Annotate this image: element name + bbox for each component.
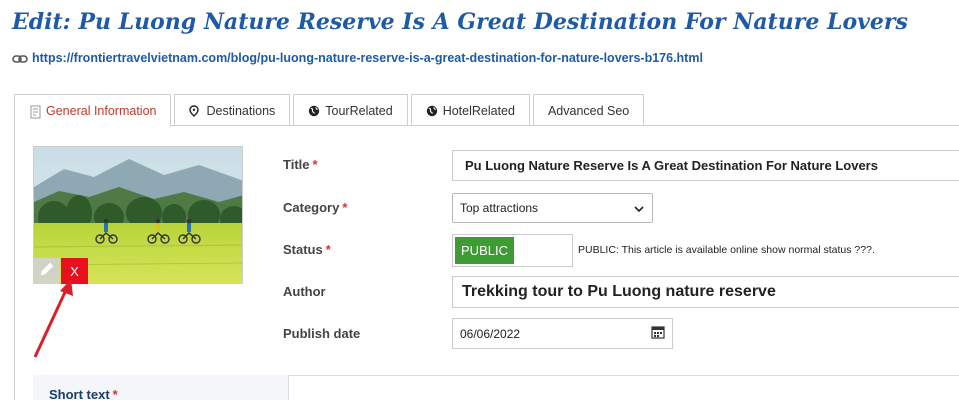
calendar-icon[interactable]	[651, 325, 665, 342]
page-title: Edit: Pu Luong Nature Reserve Is A Great…	[12, 9, 908, 35]
link-icon	[12, 53, 28, 63]
tab-label: Advanced Seo	[547, 103, 630, 118]
author-label: Author	[283, 284, 326, 299]
status-note: PUBLIC: This article is available online…	[578, 244, 875, 256]
author-field[interactable]: Trekking tour to Pu Luong nature reserve	[452, 276, 959, 308]
status-toggle[interactable]: PUBLIC	[452, 234, 573, 267]
tab-label: HotelRelated	[442, 103, 515, 118]
tab-bar: General Information Destinations TourRel…	[14, 94, 645, 127]
publish-date-field[interactable]: 06/06/2022	[452, 318, 673, 349]
chevron-down-icon	[634, 201, 644, 215]
status-label: Status *	[283, 242, 331, 257]
title-field[interactable]: Pu Luong Nature Reserve Is A Great Desti…	[452, 150, 959, 181]
status-on-label: PUBLIC	[455, 237, 514, 264]
article-url-row: https://frontiertravelvietnam.com/blog/p…	[12, 51, 703, 65]
annotation-arrow	[33, 279, 73, 358]
panel-border	[14, 125, 15, 400]
tab-label: General Information	[46, 104, 157, 118]
tab-general-information[interactable]: General Information	[14, 94, 172, 127]
title-label: Title *	[283, 157, 318, 172]
publish-date-label: Publish date	[283, 326, 361, 341]
map-marker-icon	[189, 104, 201, 117]
tab-label: Destinations	[206, 103, 276, 118]
tab-tour-related[interactable]: TourRelated	[293, 94, 408, 126]
document-icon	[29, 105, 41, 119]
publish-date-value: 06/06/2022	[460, 326, 521, 341]
category-value: Top attractions	[460, 201, 539, 215]
tab-label: TourRelated	[325, 103, 393, 118]
short-text-label: Short text *	[49, 387, 118, 400]
category-label: Category *	[283, 200, 348, 215]
tab-hotel-related[interactable]: HotelRelated	[410, 94, 530, 126]
category-select[interactable]: Top attractions	[452, 193, 653, 223]
tab-advanced-seo[interactable]: Advanced Seo	[532, 94, 645, 126]
globe-icon	[308, 105, 320, 117]
tab-destinations[interactable]: Destinations	[174, 94, 291, 126]
article-url-link[interactable]: https://frontiertravelvietnam.com/blog/p…	[32, 51, 703, 65]
globe-icon	[426, 105, 438, 117]
